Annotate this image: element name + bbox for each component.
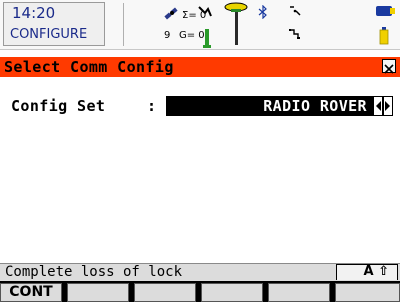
config-set-value: RADIO ROVER — [263, 97, 367, 115]
input-mode-indicator: A ⇧ — [336, 264, 398, 280]
divider — [123, 3, 124, 46]
status-message: Complete loss of lock — [5, 264, 183, 280]
f1-cont-button[interactable]: CONT — [0, 283, 62, 302]
status-bar: 14:20 CONFIGURE Σ= 0 9 G= 0 — [0, 0, 400, 50]
arrow-left-icon — [376, 101, 381, 111]
battery-icon — [379, 27, 389, 45]
field-colon: : — [147, 97, 157, 115]
config-set-row: Config Set : RADIO ROVER — [0, 95, 400, 117]
message-line: Complete loss of lock A ⇧ — [0, 263, 400, 281]
f1-label: CONT — [9, 284, 53, 300]
f5-button[interactable] — [268, 283, 330, 302]
select-right-arrow[interactable] — [383, 96, 393, 116]
dialog-title-bar: Select Comm Config — [0, 57, 400, 77]
f3-button[interactable] — [134, 283, 196, 302]
network-icon — [289, 29, 300, 39]
f2-button[interactable] — [67, 283, 129, 302]
time-mode-box: 14:20 CONFIGURE — [3, 2, 105, 46]
input-mode-text: A ⇧ — [363, 264, 389, 279]
gps-count: 9 — [164, 30, 171, 41]
link-icon — [290, 6, 301, 16]
config-set-label: Config Set — [11, 97, 106, 115]
clock-time: 14:20 — [12, 4, 56, 22]
signal-arrow-icon — [198, 6, 212, 17]
level-indicator-icon — [203, 29, 211, 48]
config-set-selector[interactable]: RADIO ROVER — [166, 96, 373, 116]
f6-button[interactable] — [335, 283, 400, 302]
current-mode: CONFIGURE — [10, 27, 88, 42]
arrow-right-icon — [385, 101, 390, 111]
f4-button[interactable] — [201, 283, 263, 302]
select-left-arrow[interactable] — [373, 96, 383, 116]
memory-card-icon — [376, 6, 395, 16]
receiver-antenna-icon — [224, 2, 248, 45]
bluetooth-icon — [258, 5, 267, 19]
function-key-bar: CONT — [0, 281, 400, 302]
close-icon — [384, 64, 394, 74]
satellite-icon — [164, 7, 178, 20]
g-count: G= 0 — [179, 30, 205, 41]
dialog-title: Select Comm Config — [4, 58, 174, 76]
close-button[interactable] — [382, 59, 396, 74]
